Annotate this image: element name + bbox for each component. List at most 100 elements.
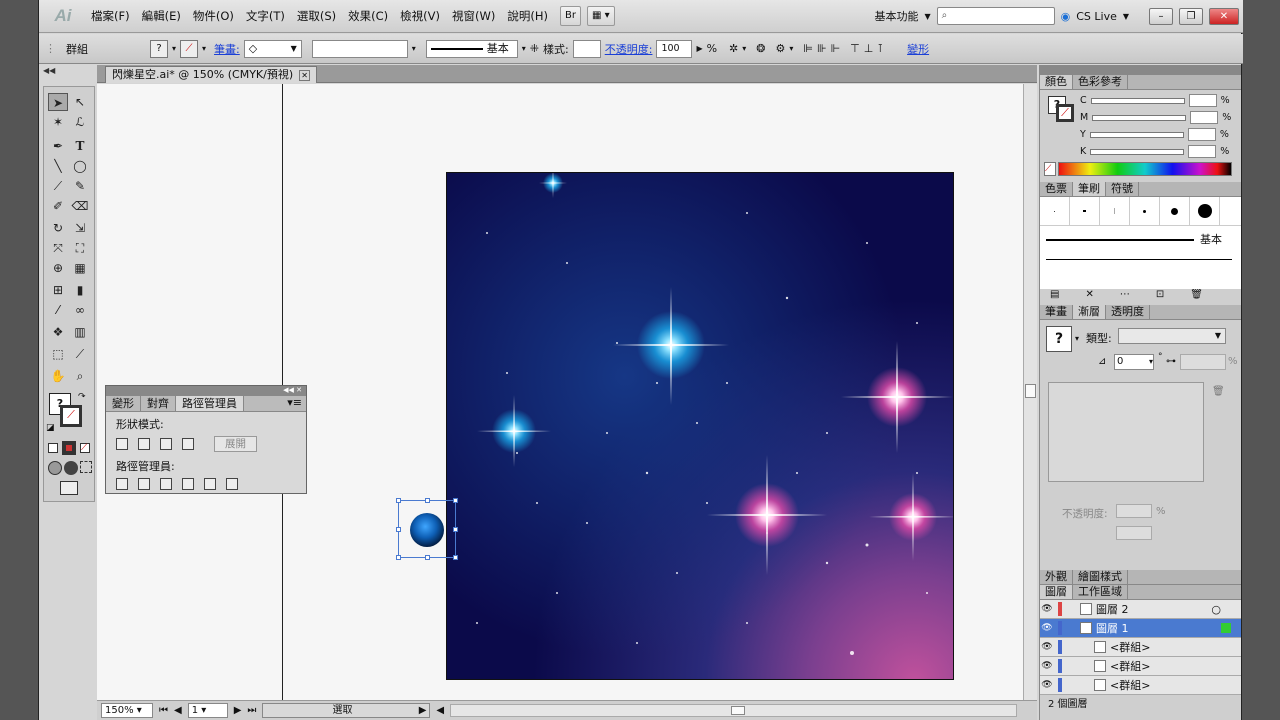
menu-effect[interactable]: 效果(C) (342, 0, 394, 33)
tab-artboards[interactable]: 工作區域 (1073, 585, 1128, 599)
isolate-group-icon[interactable]: ❂ (756, 42, 765, 55)
first-artboard-icon[interactable]: ⏮ (159, 705, 168, 716)
shape-builder-tool-icon[interactable]: ⊕ (48, 259, 68, 277)
close-button[interactable]: ✕ (1209, 7, 1239, 25)
divide-icon[interactable] (116, 478, 128, 490)
brush-options-icon[interactable]: ⋯ (1120, 289, 1130, 305)
draw-inside-icon[interactable] (80, 461, 92, 473)
crop-icon[interactable] (182, 478, 194, 490)
fill-swatch[interactable]: ? (150, 39, 168, 58)
tab-graphic-styles[interactable]: 繪圖樣式 (1073, 570, 1128, 584)
minus-front-icon[interactable] (138, 438, 150, 450)
black-input[interactable] (1188, 145, 1217, 158)
angle-input[interactable]: 0 ▾ (1114, 354, 1154, 370)
target-icon[interactable]: ○ (1211, 603, 1221, 616)
draw-normal-icon[interactable] (48, 461, 62, 475)
gradient-preview[interactable] (1048, 382, 1204, 482)
stroke-color-box[interactable]: ⟋ (60, 405, 82, 427)
eyedropper-tool-icon[interactable]: ⁄ (48, 301, 68, 319)
eye-icon[interactable]: 👁 (1040, 680, 1054, 690)
bridge-button[interactable]: Br (559, 6, 581, 26)
hand-tool-icon[interactable]: ✋ (48, 367, 68, 385)
color-spectrum[interactable] (1058, 162, 1232, 176)
column-graph-tool-icon[interactable]: ▥ (70, 323, 90, 341)
intersect-icon[interactable] (160, 438, 172, 450)
rotate-tool-icon[interactable]: ↻ (48, 219, 68, 237)
tab-align[interactable]: 對齊 (141, 396, 176, 411)
stroke-swatch[interactable]: ⟋ (180, 39, 199, 58)
tab-gradient[interactable]: 漸層 (1073, 305, 1106, 319)
swap-fill-stroke-icon[interactable]: ↷ (78, 392, 86, 402)
exclude-icon[interactable] (182, 438, 194, 450)
align-top-icon[interactable]: ⊤ (850, 42, 860, 55)
brush-tip[interactable] (1070, 197, 1100, 225)
brush-tip[interactable] (1190, 197, 1220, 225)
selection-handle[interactable] (425, 498, 430, 503)
dock-header[interactable] (1040, 65, 1241, 75)
mesh-tool-icon[interactable]: ⊞ (48, 281, 68, 299)
transform-link[interactable]: 變形 (907, 41, 929, 57)
blob-brush-tool-icon[interactable]: ✐ (48, 197, 68, 215)
trim-icon[interactable] (138, 478, 150, 490)
basic-brush-stroke[interactable] (1046, 239, 1194, 241)
collapse-icon[interactable]: ◀◀ ✕ (283, 386, 302, 394)
gradient-tool-icon[interactable]: ▮ (70, 281, 90, 299)
status-field[interactable]: 選取 ▶ (262, 703, 431, 718)
sublayer-row[interactable]: 👁 <群組> (1040, 638, 1241, 657)
free-transform-tool-icon[interactable]: ⛶ (70, 239, 90, 257)
tab-appearance[interactable]: 外觀 (1040, 570, 1073, 584)
workspace-switcher[interactable]: 基本功能 (874, 8, 918, 24)
screen-mode-icon[interactable] (60, 481, 78, 495)
artboard-number-select[interactable]: 1 ▾ (187, 703, 228, 718)
tab-color[interactable]: 顏色 (1040, 75, 1073, 89)
tab-swatches[interactable]: 色票 (1040, 182, 1073, 196)
last-artboard-icon[interactable]: ⏭ (247, 705, 256, 716)
remove-stroke-icon[interactable]: ✕ (1085, 289, 1093, 305)
stroke-label[interactable]: 筆畫: (214, 41, 240, 57)
tab-color-guide[interactable]: 色彩參考 (1073, 75, 1128, 89)
brush-library-icon[interactable]: ▤ (1050, 289, 1059, 305)
type-tool-icon[interactable]: T (70, 137, 90, 155)
selection-handle[interactable] (396, 527, 401, 532)
location-input[interactable] (1116, 526, 1152, 540)
tab-symbols[interactable]: 符號 (1106, 182, 1139, 196)
align-to-icon[interactable]: ⚙ (776, 42, 786, 55)
align-center-icon[interactable]: ⊪ (817, 42, 827, 55)
menu-select[interactable]: 選取(S) (291, 0, 342, 33)
none-swatch[interactable]: ⟋ (1044, 162, 1056, 176)
panel-header[interactable]: ◀◀ ✕ (106, 386, 306, 396)
cyan-slider[interactable] (1090, 97, 1185, 104)
scroll-thumb[interactable] (1025, 384, 1036, 398)
tab-layers[interactable]: 圖層 (1040, 585, 1073, 599)
selection-handle[interactable] (396, 498, 401, 503)
new-brush-icon[interactable]: ⊡ (1156, 289, 1164, 305)
help-search-input[interactable]: ⌕ (936, 7, 1055, 25)
tab-transform[interactable]: 變形 (106, 396, 141, 411)
layer-row[interactable]: 👁 圖層 2 ○ (1040, 600, 1241, 619)
brush-tip[interactable] (1100, 197, 1130, 225)
selection-indicator[interactable] (1221, 623, 1231, 633)
selection-handle[interactable] (425, 555, 430, 560)
width-tool-icon[interactable]: ⤧ (48, 239, 68, 257)
lasso-tool-icon[interactable]: ℒ (70, 113, 90, 131)
menu-help[interactable]: 說明(H) (501, 0, 554, 33)
menu-window[interactable]: 視窗(W) (446, 0, 501, 33)
minimize-button[interactable]: – (1149, 7, 1173, 25)
menu-type[interactable]: 文字(T) (240, 0, 291, 33)
symbol-sprayer-tool-icon[interactable]: ❖ (48, 323, 68, 341)
delete-stop-icon[interactable]: 🗑 (1212, 386, 1225, 397)
blend-tool-icon[interactable]: ∞ (70, 301, 90, 319)
layer-row-selected[interactable]: 👁 圖層 1 (1040, 619, 1241, 638)
default-colors-icon[interactable]: ◪ (46, 423, 55, 433)
eye-icon[interactable]: 👁 (1040, 642, 1054, 652)
gradient-mode-icon[interactable] (62, 441, 76, 455)
eraser-tool-icon[interactable]: ⌫ (70, 197, 90, 215)
none-mode-icon[interactable]: ⟋ (80, 443, 90, 453)
magic-wand-tool-icon[interactable]: ✶ (48, 113, 68, 131)
yellow-slider[interactable] (1089, 131, 1184, 138)
aspect-ratio-input[interactable] (1180, 354, 1226, 370)
horizontal-scrollbar[interactable] (450, 704, 1017, 717)
menu-file[interactable]: 檔案(F) (85, 0, 136, 33)
paintbrush-tool-icon[interactable]: ⟋ (48, 177, 68, 195)
color-mode-icon[interactable] (48, 443, 58, 453)
